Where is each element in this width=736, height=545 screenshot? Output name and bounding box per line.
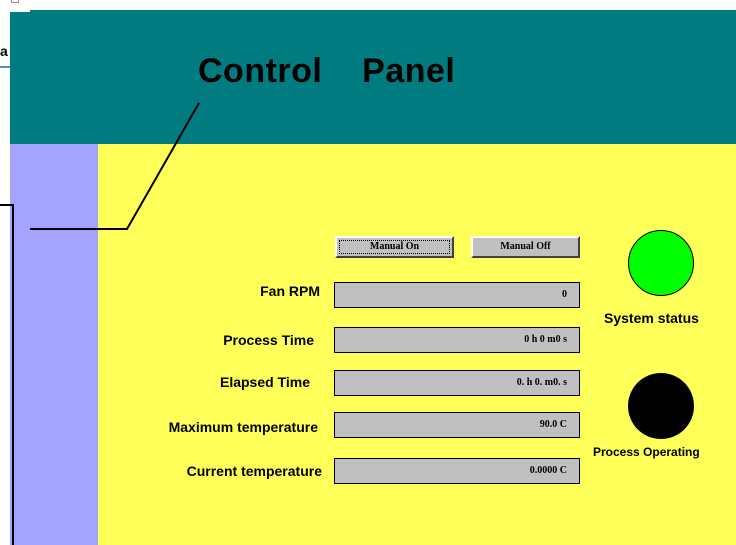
maximum-temperature-field: 90.0 C xyxy=(334,412,580,438)
system-status-indicator xyxy=(628,230,694,296)
fan-rpm-label: Fan RPM xyxy=(260,283,320,299)
current-temperature-label: Current temperature xyxy=(186,463,322,479)
fan-rpm-field: 0 xyxy=(334,282,580,308)
manual-on-button[interactable]: Manual On xyxy=(335,236,454,258)
process-operating-indicator xyxy=(628,373,694,439)
process-operating-label: Process Operating xyxy=(593,445,700,459)
system-status-label: System status xyxy=(604,310,699,326)
manual-off-button[interactable]: Manual Off xyxy=(471,236,580,258)
current-temperature-field: 0.0000 C xyxy=(334,458,580,484)
elapsed-time-field: 0. h 0. m0. s xyxy=(334,370,580,396)
elapsed-time-label: Elapsed Time xyxy=(219,374,310,390)
maximum-temperature-label: Maximum temperature xyxy=(168,419,318,435)
process-time-label: Process Time xyxy=(223,332,314,348)
process-time-field: 0 h 0 m0 s xyxy=(334,327,580,353)
